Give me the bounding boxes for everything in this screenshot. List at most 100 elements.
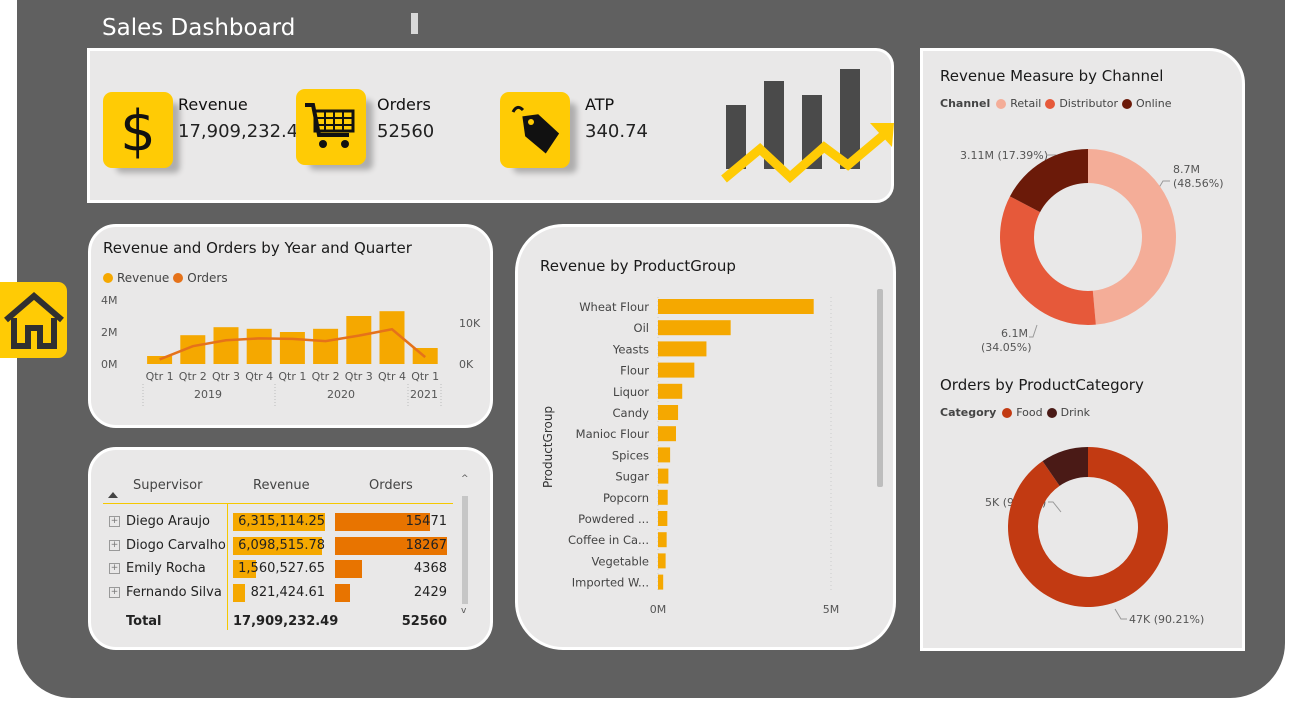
shopping-cart-icon: [305, 103, 355, 148]
category-legend: Category Food Drink: [940, 406, 1090, 419]
atp-value: 340.74: [585, 121, 648, 142]
y2-tick: 0K: [459, 358, 474, 371]
atp-icon-box: [500, 92, 570, 168]
productgroup-label: Sugar: [615, 470, 649, 484]
productgroup-label: Manioc Flour: [576, 427, 650, 441]
orders-value: 4368: [413, 561, 447, 576]
revenue-bar[interactable]: [213, 327, 239, 364]
revenue-icon-box: $: [103, 92, 173, 168]
leader-line: [1114, 608, 1127, 620]
kpi-card: $ Revenue 17,909,232.49 Orders 52560 ATP…: [87, 48, 894, 203]
orders-legend-label: Orders: [187, 271, 228, 285]
productgroup-label: Liquor: [613, 385, 649, 399]
productgroup-label: Spices: [612, 448, 649, 462]
revenue-label: Revenue: [178, 95, 248, 114]
revenue-bar[interactable]: [279, 332, 305, 364]
supervisor-name: Fernando Silva: [126, 584, 222, 600]
orders-legend-dot: [173, 273, 184, 283]
home-icon: [3, 292, 64, 349]
productgroup-bar[interactable]: [658, 405, 679, 420]
y-tick: 0M: [101, 358, 118, 371]
food-legend-dot: [1002, 407, 1013, 418]
category-donut-chart[interactable]: 5K (9.79%) 47K (90.21%): [923, 421, 1242, 646]
y-tick: 2M: [101, 326, 118, 339]
revenue-orders-title: Revenue and Orders by Year and Quarter: [103, 239, 412, 257]
quarter-label: Qtr 3: [212, 370, 240, 383]
sort-arrow-icon[interactable]: [108, 492, 118, 498]
channel-donut-chart[interactable]: 8.7M (48.56%) 6.1M (34.05%) 3.11M (17.39…: [923, 111, 1242, 361]
x-tick: 5M: [823, 603, 840, 616]
scroll-down-icon[interactable]: v: [461, 606, 466, 616]
orders-value: 15471: [405, 514, 447, 529]
productgroup-scrollbar[interactable]: [877, 289, 883, 487]
header-revenue[interactable]: Revenue: [253, 478, 310, 493]
revenue-value: 821,424.61: [250, 584, 325, 600]
food-legend-label: Food: [1016, 406, 1043, 419]
table-row[interactable]: + Emily Rocha 1,560,527.65 4368: [91, 558, 461, 580]
productgroup-bar[interactable]: [658, 511, 668, 526]
revenue-orders-card: Revenue and Orders by Year and Quarter R…: [88, 224, 493, 428]
productgroup-label: Coffee in Ca...: [568, 533, 649, 547]
revenue-bar[interactable]: [246, 328, 272, 364]
productgroup-label: Imported W...: [572, 576, 649, 590]
productgroup-title: Revenue by ProductGroup: [540, 257, 736, 275]
header-orders[interactable]: Orders: [369, 478, 413, 493]
growth-chart-icon: [721, 69, 894, 184]
retail-slice[interactable]: [1088, 149, 1176, 325]
table-row[interactable]: + Diego Araujo 6,315,114.25 15471: [91, 511, 461, 533]
productgroup-chart[interactable]: ProductGroup 0M 5M Wheat Flour Oil Yeasts F…: [518, 287, 893, 627]
productgroup-bar[interactable]: [658, 468, 669, 484]
productgroup-bar[interactable]: [658, 299, 814, 314]
header-supervisor[interactable]: Supervisor: [133, 478, 202, 493]
productgroup-bar[interactable]: [658, 320, 731, 336]
year-label: 2019: [194, 388, 222, 401]
total-orders: 52560: [401, 614, 447, 629]
drink-legend-label: Drink: [1060, 406, 1091, 419]
expand-icon[interactable]: +: [109, 563, 120, 574]
quarter-label: Qtr 1: [278, 370, 306, 383]
expand-icon[interactable]: +: [109, 516, 120, 527]
productgroup-bar[interactable]: [658, 426, 676, 442]
productgroup-label: Popcorn: [603, 491, 649, 505]
online-legend-dot: [1122, 98, 1132, 109]
revenue-orders-legend: Revenue Orders: [103, 271, 228, 285]
productgroup-label: Powdered ...: [578, 512, 649, 526]
revenue-bar[interactable]: [346, 316, 372, 364]
distributor-slice[interactable]: [1000, 196, 1096, 325]
table-row[interactable]: + Diogo Carvalho 6,098,515.78 18267: [91, 535, 461, 557]
productgroup-bar[interactable]: [658, 383, 683, 399]
scroll-up-icon[interactable]: ^: [461, 474, 469, 484]
productgroup-bar[interactable]: [658, 574, 664, 590]
productgroup-bar[interactable]: [658, 489, 668, 505]
revenue-value: 6,098,515.78: [238, 537, 325, 553]
productgroup-bar[interactable]: [658, 362, 695, 378]
table-row[interactable]: + Fernando Silva 821,424.61 2429: [91, 582, 461, 604]
productgroup-label: Vegetable: [591, 554, 649, 568]
productgroup-label: Yeasts: [612, 342, 649, 356]
productgroup-bar[interactable]: [658, 447, 671, 463]
channel-category-card: Revenue Measure by Channel Channel Retai…: [920, 48, 1245, 651]
quarter-label: Qtr 4: [245, 370, 273, 383]
category-legend-title: Category: [940, 406, 997, 419]
productgroup-bar[interactable]: [658, 341, 707, 357]
scrollbar[interactable]: ^ v: [461, 474, 469, 618]
supervisor-name: Diego Araujo: [126, 514, 210, 529]
scrollbar-thumb[interactable]: [462, 496, 468, 604]
atp-label: ATP: [585, 95, 615, 114]
distributor-legend-dot: [1045, 98, 1056, 109]
distributor-data-label: 6.1M: [1001, 327, 1028, 340]
category-title: Orders by ProductCategory: [940, 376, 1144, 394]
header-underline: [103, 503, 453, 504]
orders-value: 52560: [377, 121, 435, 142]
expand-icon[interactable]: +: [109, 539, 120, 551]
expand-icon[interactable]: +: [109, 586, 120, 598]
revenue-bar[interactable]: [313, 328, 339, 364]
productgroup-bar[interactable]: [658, 532, 667, 548]
productgroup-bar[interactable]: [658, 553, 666, 569]
retail-legend-label: Retail: [1010, 97, 1042, 110]
revenue-orders-chart[interactable]: 4M 2M 0M 10K 0K 2019 2020 2021 Qtr 1 Qtr …: [91, 289, 490, 409]
home-button[interactable]: [0, 282, 67, 358]
quarter-label: Qtr 3: [345, 370, 373, 383]
revenue-legend-label: Revenue: [117, 271, 170, 285]
retail-legend-dot: [996, 98, 1007, 109]
